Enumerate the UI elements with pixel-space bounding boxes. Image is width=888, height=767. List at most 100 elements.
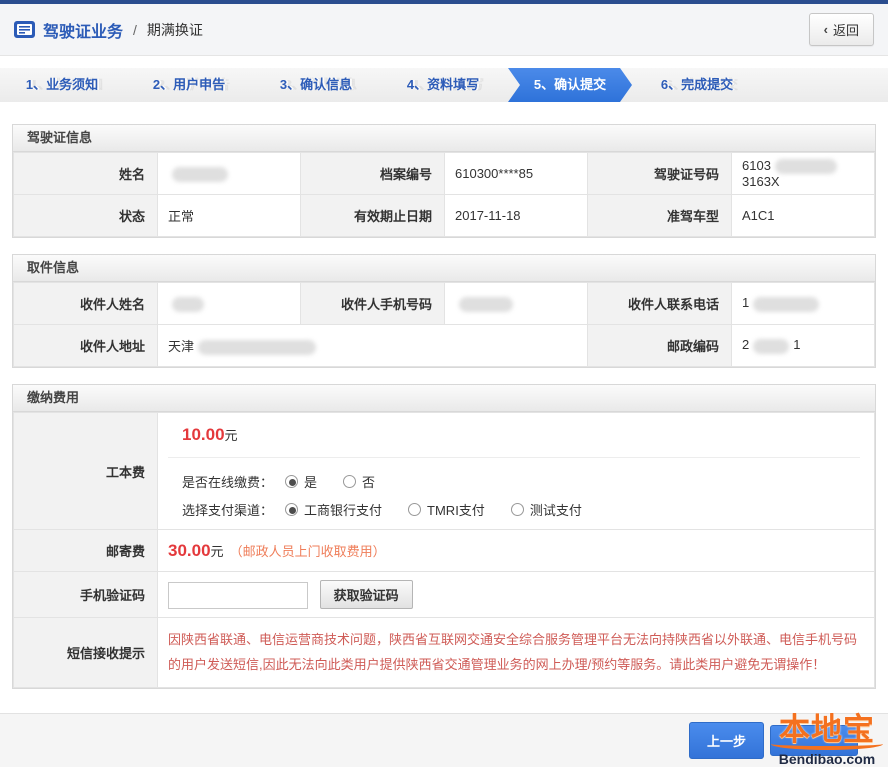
table-row: 短信接收提示 因陕西省联通、电信运营商技术问题，陕西省互联网交通安全综合服务管理…: [13, 617, 875, 688]
name-label: 姓名: [13, 152, 158, 195]
license-no-value: 61033163X: [731, 152, 875, 195]
bendibao-site-label: Bendibao.com: [778, 750, 876, 767]
radio-option-label: 测试支付: [529, 503, 582, 518]
license-no-suffix: 3163X: [742, 174, 780, 190]
fees-section: 缴纳费用 工本费 10.00元 是否在线缴费： 是 否 选择支付渠道： 工商银行…: [12, 384, 876, 689]
pickup-info-table: 收件人姓名 收件人手机号码 收件人联系电话 1 收件人地址 天津 邮政编码 21: [13, 282, 875, 367]
recipient-mobile-value: [444, 282, 588, 325]
sms-tip-text: 因陕西省联通、电信运营商技术问题，陕西省互联网交通安全综合服务管理平台无法向持陕…: [168, 632, 858, 673]
back-button[interactable]: ‹ 返回: [808, 13, 874, 46]
step-3-confirm-info[interactable]: 3、确认信息: [254, 68, 378, 102]
status-label: 状态: [13, 194, 158, 237]
sms-code-label: 手机验证码: [13, 571, 158, 618]
vehicle-class-value: A1C1: [731, 194, 875, 237]
status-value: 正常: [157, 194, 301, 237]
recipient-name-label: 收件人姓名: [13, 282, 158, 325]
license-form-icon: [14, 21, 35, 38]
recipient-mobile-label: 收件人手机号码: [300, 282, 445, 325]
radio-unselected-icon[interactable]: [510, 503, 524, 516]
production-fee-amount: 10.00: [182, 425, 225, 444]
redacted-recipient-name: [172, 296, 204, 312]
valid-until-label: 有效期止日期: [300, 194, 445, 237]
radio-selected-icon[interactable]: [285, 503, 299, 516]
step-2-user-declaration[interactable]: 2、用户申告: [127, 68, 251, 102]
radio-option-label: 否: [362, 475, 376, 490]
page-title: 驾驶证业务: [43, 23, 124, 41]
step-5-confirm-submit-active[interactable]: 5、确认提交: [508, 68, 632, 102]
recipient-phone-value: 1: [731, 282, 875, 325]
bendibao-logo: 本地宝: [779, 711, 875, 747]
redacted-recipient-address: [198, 340, 317, 356]
radio-unselected-icon[interactable]: [408, 503, 422, 516]
sms-code-cell: 获取验证码: [157, 571, 875, 618]
sms-code-input[interactable]: [168, 582, 308, 609]
table-row: 工本费 10.00元 是否在线缴费： 是 否 选择支付渠道： 工商银行支付 TM…: [13, 412, 875, 530]
postal-code-prefix: 2: [742, 337, 750, 353]
mail-fee-amount: 30.00: [168, 540, 211, 560]
license-no-prefix: 6103: [742, 157, 771, 173]
license-info-section: 驾驶证信息 姓名 档案编号 610300****85 驾驶证号码 6103316…: [12, 124, 876, 238]
chevron-left-icon: ‹: [823, 22, 828, 37]
sms-tip-cell: 因陕西省联通、电信运营商技术问题，陕西省互联网交通安全综合服务管理平台无法向持陕…: [157, 617, 875, 688]
radio-option-test[interactable]: 测试支付: [510, 500, 582, 519]
recipient-phone-prefix: 1: [742, 295, 750, 311]
divider: [168, 457, 860, 458]
get-sms-code-button[interactable]: 获取验证码: [319, 580, 413, 609]
recipient-phone-label: 收件人联系电话: [587, 282, 732, 325]
table-row: 状态 正常 有效期止日期 2017-11-18 准驾车型 A1C1: [13, 194, 875, 237]
pickup-info-section: 取件信息 收件人姓名 收件人手机号码 收件人联系电话 1 收件人地址 天津 邮政…: [12, 254, 876, 368]
bendibao-watermark: 本地宝 Bendibao.com: [766, 711, 888, 767]
radio-option-label: 是: [304, 475, 318, 490]
radio-option-icbc[interactable]: 工商银行支付: [285, 500, 382, 519]
table-row: 邮寄费 30.00元 （邮政人员上门收取费用）: [13, 529, 875, 572]
recipient-address-prefix: 天津: [168, 338, 195, 354]
breadcrumb: 驾驶证业务 / 期满换证: [14, 18, 203, 42]
radio-option-no[interactable]: 否: [343, 472, 375, 491]
radio-unselected-icon[interactable]: [343, 475, 357, 488]
page-header: 驾驶证业务 / 期满换证 ‹ 返回: [0, 4, 888, 56]
table-row: 收件人地址 天津 邮政编码 21: [13, 324, 875, 367]
page-subtitle: 期满换证: [146, 21, 203, 38]
mail-fee-cell: 30.00元 （邮政人员上门收取费用）: [157, 529, 875, 572]
online-pay-radio-group: 是否在线缴费： 是 否: [182, 472, 860, 491]
redacted-name: [172, 166, 228, 182]
main-content: 驾驶证信息 姓名 档案编号 610300****85 驾驶证号码 6103316…: [0, 124, 888, 689]
radio-option-label: 工商银行支付: [304, 503, 383, 518]
production-fee-amount-line: 10.00元: [182, 425, 860, 445]
pay-channel-label: 选择支付渠道：: [182, 503, 274, 518]
license-section-title: 驾驶证信息: [13, 125, 875, 152]
pay-channel-radio-group: 选择支付渠道： 工商银行支付 TMRI支付 测试支付: [182, 500, 860, 519]
pickup-section-title: 取件信息: [13, 255, 875, 282]
radio-option-tmri[interactable]: TMRI支付: [408, 500, 485, 519]
table-row: 收件人姓名 收件人手机号码 收件人联系电话 1: [13, 282, 875, 325]
radio-option-label: TMRI支付: [427, 503, 485, 518]
step-6-complete-submit[interactable]: 6、完成提交: [635, 68, 759, 102]
redacted-recipient-mobile: [459, 296, 513, 312]
vehicle-class-label: 准驾车型: [587, 194, 732, 237]
license-no-label: 驾驶证号码: [587, 152, 732, 195]
step-4-fill-data[interactable]: 4、资料填写: [381, 68, 505, 102]
previous-step-button[interactable]: 上一步: [688, 721, 764, 759]
radio-selected-icon[interactable]: [285, 475, 299, 488]
file-no-label: 档案编号: [300, 152, 445, 195]
redacted-postal-code: [753, 338, 790, 354]
footer-bar: 上一步 本地宝 Bendibao.com: [0, 711, 888, 767]
recipient-name-value: [157, 282, 301, 325]
online-pay-label: 是否在线缴费：: [182, 475, 274, 490]
mail-fee-note: （邮政人员上门收取费用）: [229, 543, 386, 559]
production-fee-cell: 10.00元 是否在线缴费： 是 否 选择支付渠道： 工商银行支付 TMRI支付…: [157, 412, 875, 530]
postal-code-label: 邮政编码: [587, 324, 732, 367]
redacted-recipient-phone: [753, 296, 820, 312]
file-no-value: 610300****85: [444, 152, 588, 195]
license-info-table: 姓名 档案编号 610300****85 驾驶证号码 61033163X 状态 …: [13, 152, 875, 237]
name-value: [157, 152, 301, 195]
fees-section-title: 缴纳费用: [13, 385, 875, 412]
valid-until-value: 2017-11-18: [444, 194, 588, 237]
step-1-business-notice[interactable]: 1、业务须知: [0, 68, 124, 102]
table-row: 姓名 档案编号 610300****85 驾驶证号码 61033163X: [13, 152, 875, 195]
radio-option-yes[interactable]: 是: [285, 472, 317, 491]
step-wizard: 1、业务须知 2、用户申告 3、确认信息 4、资料填写 5、确认提交 6、完成提…: [0, 68, 888, 102]
production-fee-unit: 元: [224, 428, 238, 443]
production-fee-label: 工本费: [13, 412, 158, 530]
back-button-label: 返回: [832, 23, 859, 38]
